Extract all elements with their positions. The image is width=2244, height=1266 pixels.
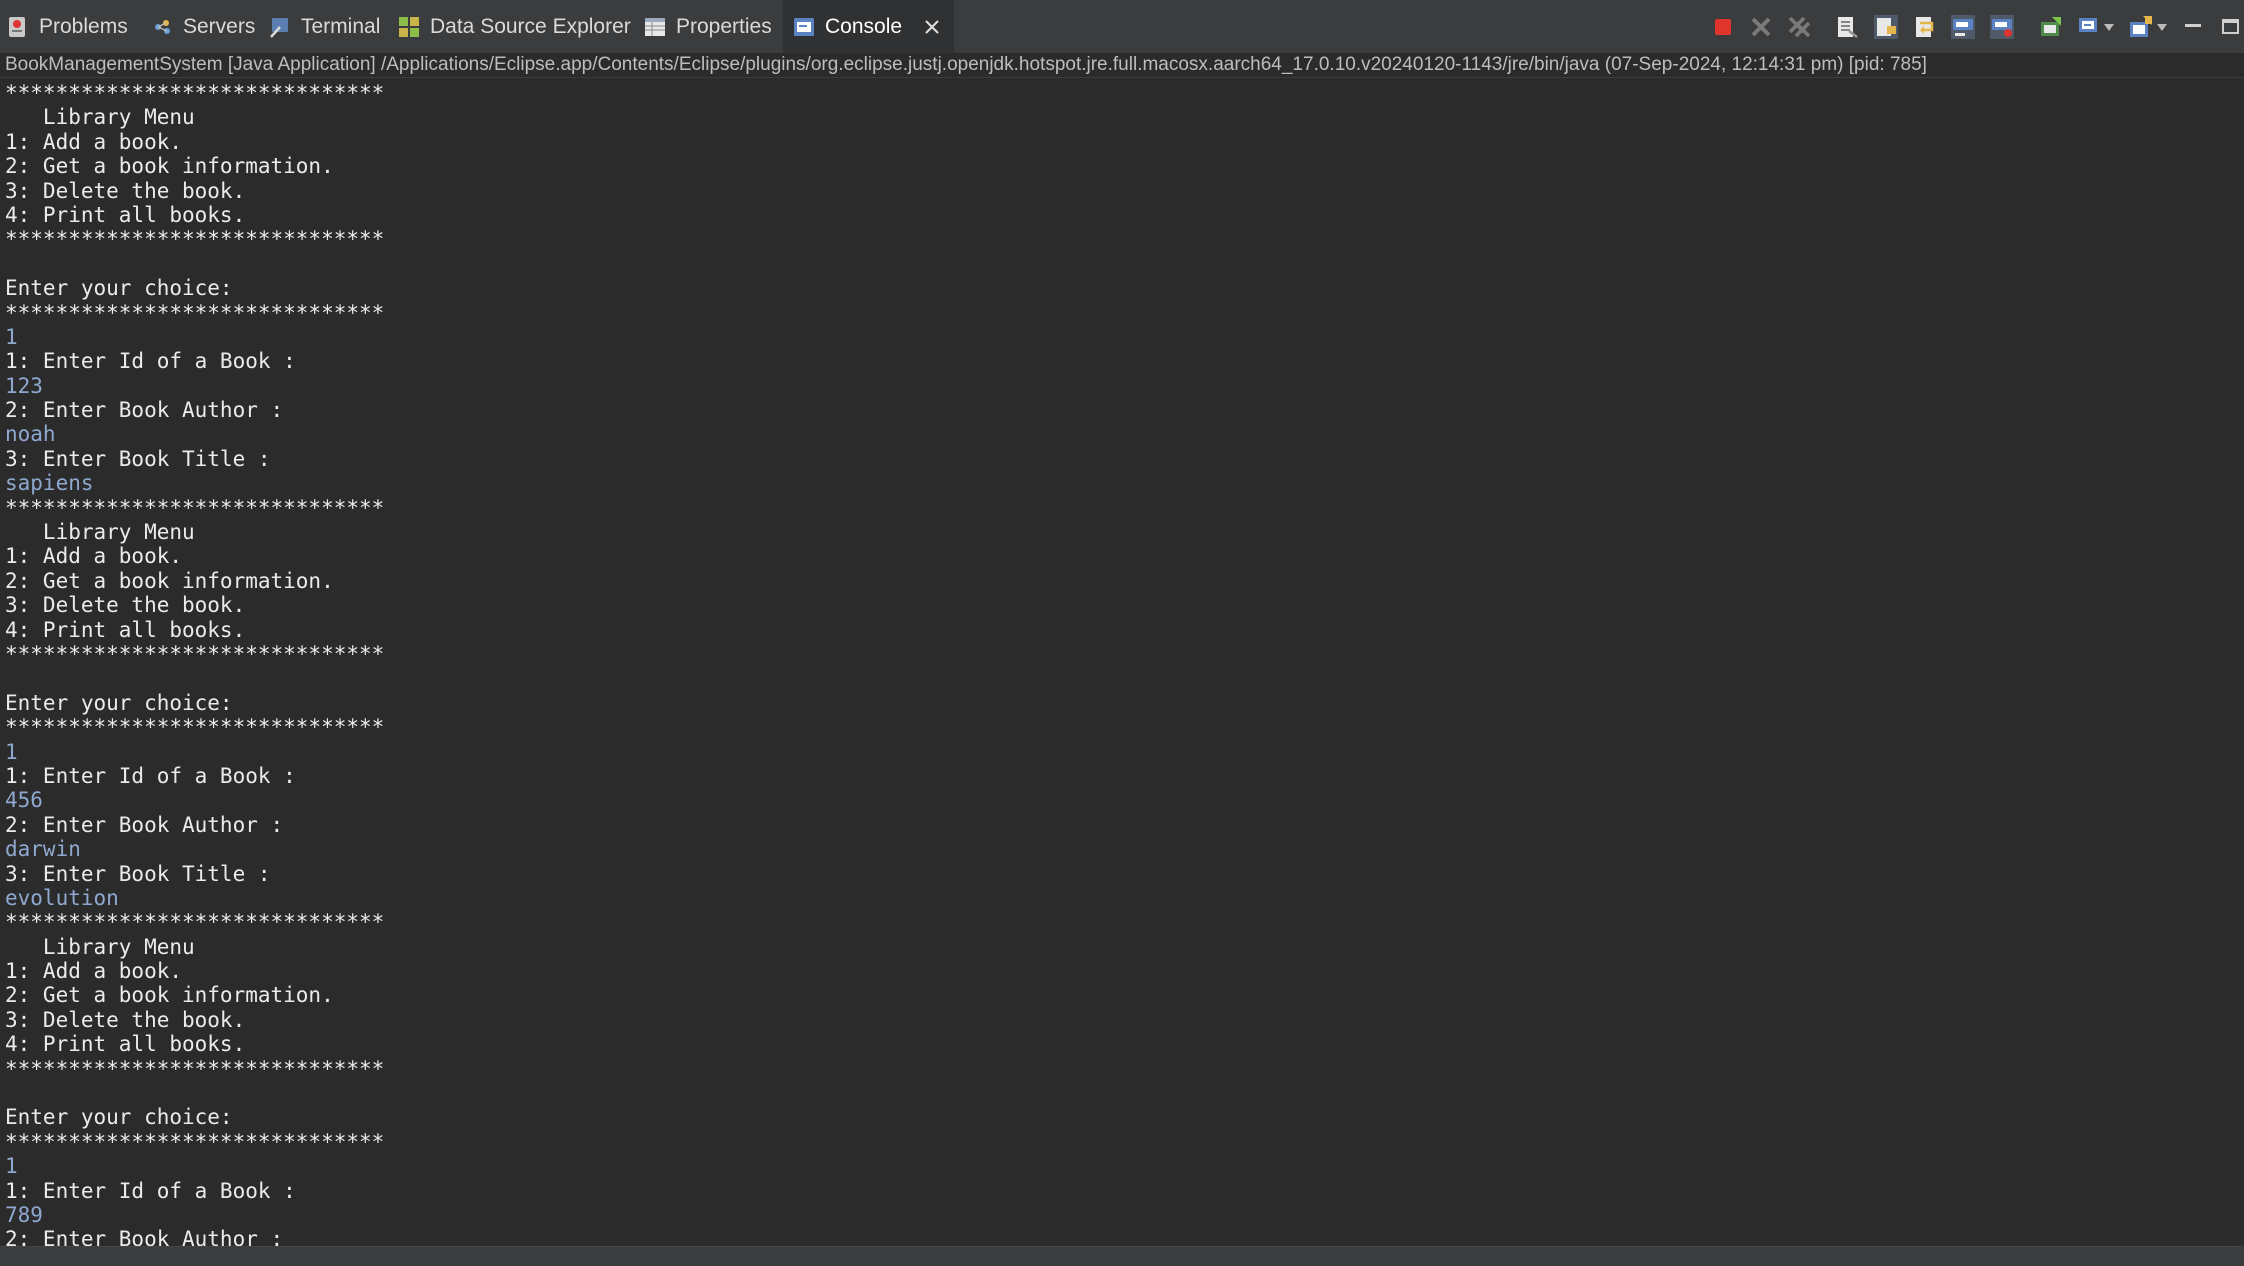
- maximize-icon[interactable]: [2221, 14, 2241, 40]
- tab-label: Problems: [39, 14, 128, 38]
- console-output-line: ******************************: [5, 1129, 385, 1154]
- console-input-line: noah: [5, 422, 56, 447]
- console-output-line: 2: Get a book information.: [5, 568, 334, 593]
- tab-console[interactable]: Console: [783, 0, 955, 53]
- console-output-line: 1: Enter Id of a Book :: [5, 349, 296, 374]
- console-output-line: ******************************: [5, 300, 385, 325]
- console-output-line: ******************************: [5, 227, 385, 252]
- console-output-line: Enter your choice:: [5, 276, 233, 301]
- divider: [0, 77, 2244, 78]
- console-output-line: Library Menu: [5, 105, 195, 130]
- console-output-line: 2: Enter Book Author :: [5, 812, 284, 837]
- console-output-line: 3: Delete the book.: [5, 1007, 246, 1032]
- status-bar: [0, 1246, 2244, 1266]
- minimize-icon[interactable]: [2183, 14, 2203, 40]
- console-output-line: Library Menu: [5, 520, 195, 545]
- console-output-line: ******************************: [5, 715, 385, 740]
- console-output-line: 3: Delete the book.: [5, 593, 246, 618]
- console-input-line: 1: [5, 739, 18, 764]
- console-output-line: 3: Enter Book Title :: [5, 446, 271, 471]
- console-icon: [794, 17, 814, 36]
- close-icon[interactable]: [922, 17, 942, 37]
- remove-launch-icon[interactable]: [1748, 14, 1774, 40]
- console-output-line: ******************************: [5, 495, 385, 520]
- console-output[interactable]: ****************************** Library M…: [5, 81, 2235, 1246]
- problems-icon: [9, 16, 25, 37]
- clear-console-icon[interactable]: [1834, 14, 1860, 40]
- word-wrap-icon[interactable]: [1912, 14, 1938, 40]
- console-output-line: 1: Enter Id of a Book :: [5, 763, 296, 788]
- console-output-line: 2: Get a book information.: [5, 154, 334, 179]
- console-output-line: 4: Print all books.: [5, 1032, 246, 1057]
- console-output-line: ******************************: [5, 641, 385, 666]
- tab-servers[interactable]: Servers: [150, 0, 255, 53]
- open-console-icon[interactable]: [2128, 14, 2154, 40]
- console-output-line: ******************************: [5, 1056, 385, 1081]
- chevron-down-icon[interactable]: [2157, 24, 2167, 32]
- properties-icon: [645, 17, 665, 36]
- console-output-line: 4: Print all books.: [5, 202, 246, 227]
- show-console-on-stderr-icon[interactable]: [1989, 14, 2015, 40]
- console-output-line: ******************************: [5, 910, 385, 935]
- console-output-line: 2: Enter Book Author :: [5, 1227, 284, 1246]
- console-output-line: ******************************: [5, 81, 385, 105]
- console-input-line: 1: [5, 324, 18, 349]
- tab-problems[interactable]: Problems: [6, 0, 128, 53]
- console-output-line: 1: Add a book.: [5, 129, 183, 154]
- eclipse-console-view: Problems Servers Terminal Data Source Ex…: [0, 0, 2244, 1266]
- pin-console-icon[interactable]: [2038, 14, 2064, 40]
- view-tab-bar: Problems Servers Terminal Data Source Ex…: [0, 0, 2244, 54]
- console-output-line: 2: Get a book information.: [5, 983, 334, 1008]
- data-source-explorer-icon: [399, 16, 419, 37]
- tab-label: Servers: [183, 14, 256, 38]
- console-output-line: 3: Enter Book Title :: [5, 861, 271, 886]
- tab-label: Data Source Explorer: [430, 14, 631, 38]
- chevron-down-icon[interactable]: [2104, 24, 2114, 32]
- console-output-line: 2: Enter Book Author :: [5, 398, 284, 423]
- tab-data-source-explorer[interactable]: Data Source Explorer: [397, 0, 631, 53]
- console-input-line: evolution: [5, 885, 119, 910]
- display-selected-console-icon[interactable]: [2077, 14, 2103, 40]
- tab-label: Properties: [676, 14, 772, 38]
- console-output-line: Enter your choice:: [5, 1105, 233, 1130]
- tab-properties[interactable]: Properties: [643, 0, 772, 53]
- launch-configuration-description: BookManagementSystem [Java Application] …: [5, 54, 1927, 75]
- console-output-line: Enter your choice:: [5, 690, 233, 715]
- console-input-line: 1: [5, 1154, 18, 1179]
- console-output-line: 1: Add a book.: [5, 544, 183, 569]
- console-output-line: Library Menu: [5, 934, 195, 959]
- console-input-line: darwin: [5, 837, 81, 862]
- console-input-line: 789: [5, 1202, 43, 1227]
- servers-icon: [155, 19, 170, 34]
- console-input-line: 123: [5, 373, 43, 398]
- scroll-lock-icon[interactable]: [1873, 14, 1899, 40]
- tab-label: Terminal: [301, 14, 381, 38]
- console-output-line: 1: Enter Id of a Book :: [5, 1178, 296, 1203]
- tab-terminal[interactable]: Terminal: [268, 0, 380, 53]
- console-input-line: sapiens: [5, 471, 94, 496]
- console-output-line: 4: Print all books.: [5, 617, 246, 642]
- console-output-line: 3: Delete the book.: [5, 178, 246, 203]
- terminal-icon: [270, 17, 288, 38]
- show-console-on-stdout-icon[interactable]: [1950, 14, 1976, 40]
- console-output-line: 1: Add a book.: [5, 959, 183, 984]
- console-input-line: 456: [5, 788, 43, 813]
- terminate-icon[interactable]: [1710, 14, 1736, 40]
- tab-label: Console: [825, 14, 903, 38]
- remove-all-terminated-icon[interactable]: [1786, 14, 1812, 40]
